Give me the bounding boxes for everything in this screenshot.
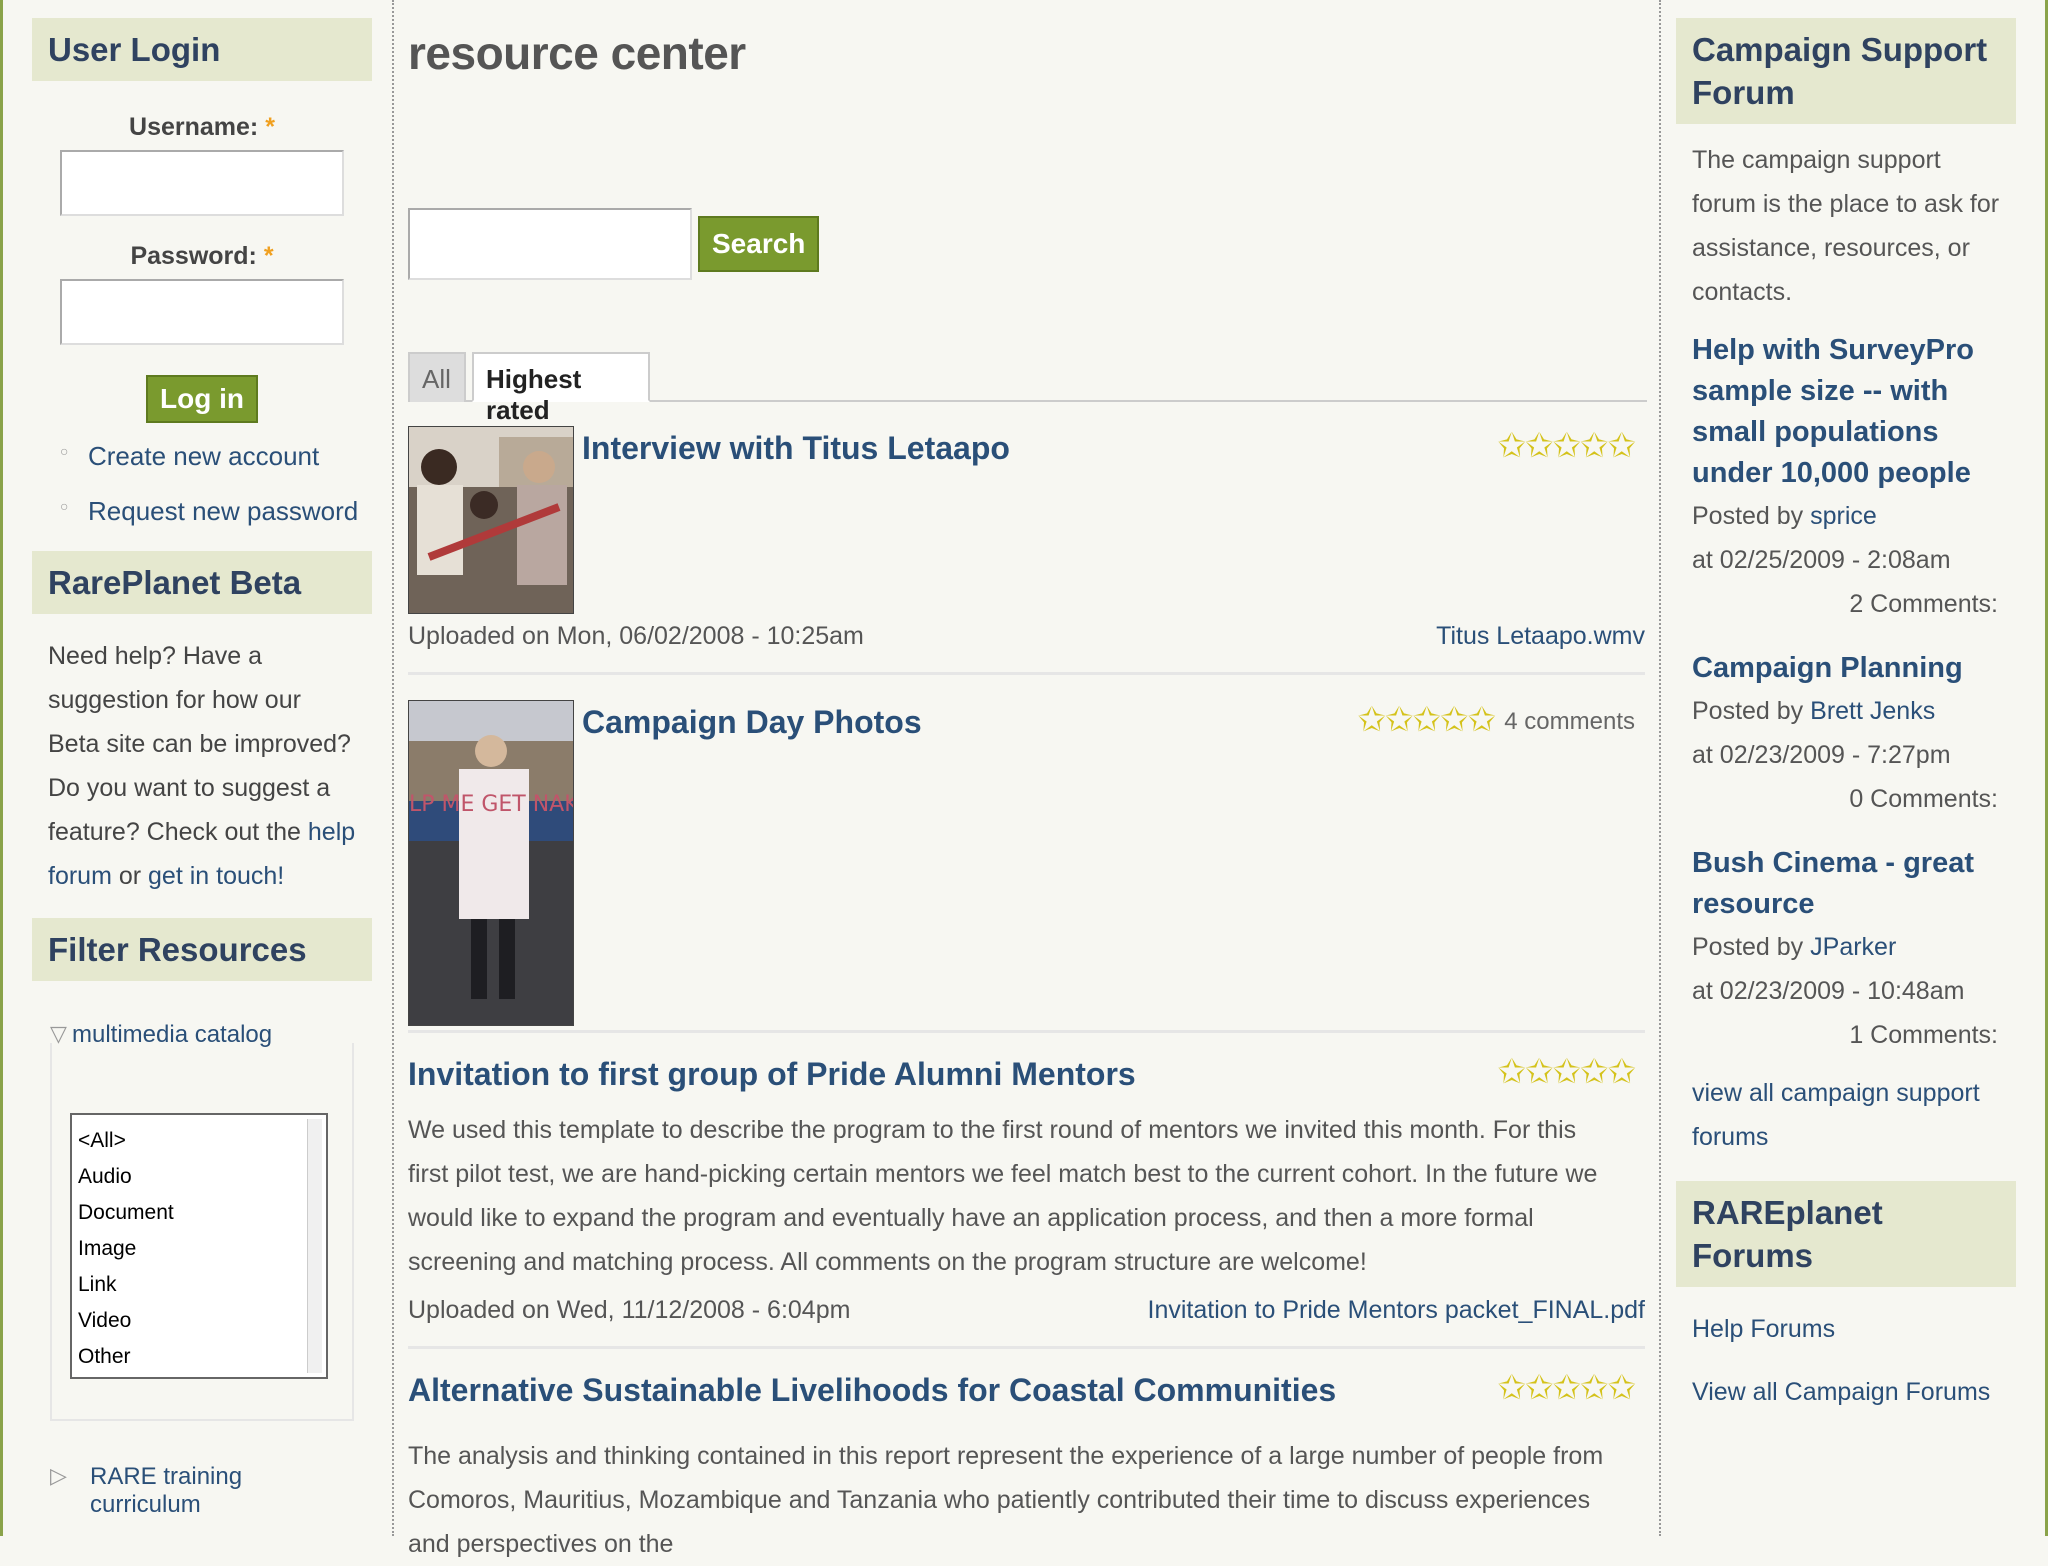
interview-photo-image xyxy=(409,427,573,613)
resource-item: Invitation to first group of Pride Alumn… xyxy=(408,1052,1645,1342)
listbox-option[interactable]: Audio xyxy=(78,1159,320,1195)
listbox-option[interactable]: Video xyxy=(78,1303,320,1339)
search-button[interactable]: Search xyxy=(698,216,820,272)
resource-title-link[interactable]: Alternative Sustainable Livelihoods for … xyxy=(408,1372,1336,1409)
forum-post-date: at 02/25/2009 - 2:08am xyxy=(1692,546,1951,574)
resource-description: We used this template to describe the pr… xyxy=(408,1116,1598,1276)
rareplanet-forums-title: RAREplanet Forums xyxy=(1676,1181,2016,1287)
login-button[interactable]: Log in xyxy=(146,375,258,423)
forum-post-comments: 1 Comments: xyxy=(1849,1021,1998,1049)
triangle-right-icon: ▷ xyxy=(50,1463,67,1488)
request-password-link[interactable]: Request new password xyxy=(60,496,372,527)
resource-title-link[interactable]: Interview with Titus Letaapo xyxy=(582,430,1010,467)
star-rating[interactable]: ✩✩✩✩✩ xyxy=(1498,1052,1636,1092)
filter-resources-title: Filter Resources xyxy=(32,918,372,981)
forum-post-title-link[interactable]: Help with SurveyPro sample size -- with … xyxy=(1692,330,2000,494)
resource-tabs: All Highest rated xyxy=(408,350,1647,425)
upload-date: Uploaded on Wed, 11/12/2008 - 6:04pm xyxy=(408,1296,851,1324)
page-title: resource center xyxy=(408,27,746,79)
listbox-option[interactable]: Other xyxy=(78,1339,320,1375)
resource-title-link[interactable]: Invitation to first group of Pride Alumn… xyxy=(408,1056,1136,1093)
forum-post-comments: 2 Comments: xyxy=(1849,590,1998,618)
rareplanet-beta-text: Need help? Have a suggestion for how our… xyxy=(48,642,356,890)
comment-count[interactable]: 4 comments xyxy=(1504,708,1635,736)
multimedia-fieldset: ▽ multimedia catalog <All> Audio Document… xyxy=(50,1021,354,1421)
resource-thumbnail[interactable]: HELP ME GET NAKED xyxy=(408,700,574,1026)
multimedia-fieldset-body: <All> Audio Document Image Link Video Ot… xyxy=(50,1043,354,1421)
view-all-campaign-forums-bottom-link[interactable]: View all Campaign Forums xyxy=(1676,1378,2016,1407)
forum-post-date: at 02/23/2009 - 10:48am xyxy=(1692,977,1965,1005)
password-input[interactable] xyxy=(60,279,344,345)
file-link[interactable]: Titus Letaapo.wmv xyxy=(1436,622,1645,651)
resource-thumbnail[interactable] xyxy=(408,426,574,614)
search-form: Search xyxy=(408,208,820,280)
resource-item: Alternative Sustainable Livelihoods for … xyxy=(408,1368,1645,1558)
triangle-down-icon: ▽ xyxy=(50,1021,67,1046)
listbox-option[interactable]: Document xyxy=(78,1195,320,1231)
campaign-photo-image: HELP ME GET NAKED xyxy=(409,701,573,1025)
right-sidebar: Campaign Support Forum The campaign supp… xyxy=(1676,18,2016,1441)
login-form: Username: * Password: * Log in xyxy=(32,81,372,423)
help-forums-link[interactable]: Help Forums xyxy=(1676,1315,2016,1344)
author-link[interactable]: JParker xyxy=(1810,933,1896,961)
file-link[interactable]: Invitation to Pride Mentors packet_FINAL… xyxy=(1148,1296,1645,1325)
author-link[interactable]: sprice xyxy=(1810,502,1877,530)
rareplanet-beta-title: RarePlanet Beta xyxy=(32,551,372,614)
username-input[interactable] xyxy=(60,150,344,216)
forum-post-author: Posted by Brett Jenks xyxy=(1692,697,1936,725)
item-divider xyxy=(408,1030,1645,1033)
resource-title-link[interactable]: Campaign Day Photos xyxy=(582,704,922,741)
star-rating[interactable]: ✩✩✩✩✩ xyxy=(1358,700,1496,740)
resource-item: HELP ME GET NAKED Campaign Day Photos ✩✩… xyxy=(408,700,1645,1030)
tab-highest-rated[interactable]: Highest rated xyxy=(472,352,650,425)
left-sidebar: User Login Username: * Password: * Log i… xyxy=(32,18,372,1519)
required-mark: * xyxy=(263,242,274,270)
author-link[interactable]: Brett Jenks xyxy=(1810,697,1935,725)
item-divider xyxy=(408,1346,1645,1349)
user-login-block: User Login Username: * Password: * Log i… xyxy=(32,18,372,527)
star-rating[interactable]: ✩✩✩✩✩ xyxy=(1498,426,1636,466)
forum-post-comments: 0 Comments: xyxy=(1849,785,1998,813)
rareplanet-beta-block: RarePlanet Beta Need help? Have a sugges… xyxy=(32,551,372,918)
get-in-touch-link[interactable]: get in touch! xyxy=(148,862,284,890)
rareplanet-forums-block: RAREplanet Forums Help Forums View all C… xyxy=(1676,1181,2016,1407)
listbox-scrollbar[interactable] xyxy=(307,1119,322,1373)
forum-post-author: Posted by JParker xyxy=(1692,933,1897,961)
search-input[interactable] xyxy=(408,208,692,280)
filter-resources-block: Filter Resources ▽ multimedia catalog <Al… xyxy=(32,918,372,1519)
campaign-forum-title: Campaign Support Forum xyxy=(1676,18,2016,124)
listbox-option[interactable]: Image xyxy=(78,1231,320,1267)
training-legend[interactable]: ▷ RARE training curriculum xyxy=(50,1463,354,1519)
upload-date: Uploaded on Mon, 06/02/2008 - 10:25am xyxy=(408,622,864,650)
tab-all[interactable]: All xyxy=(408,352,466,402)
item-divider xyxy=(408,672,1645,675)
user-login-title: User Login xyxy=(32,18,372,81)
sign-text: HELP ME GET NAKED xyxy=(409,792,573,817)
campaign-forum-block: Campaign Support Forum The campaign supp… xyxy=(1676,18,2016,1159)
listbox-option[interactable]: Link xyxy=(78,1267,320,1303)
multimedia-legend[interactable]: ▽ multimedia catalog xyxy=(50,1021,354,1049)
page-frame-left xyxy=(0,0,3,1536)
resource-item: Interview with Titus Letaapo ✩✩✩✩✩ Uploa… xyxy=(408,426,1645,666)
forum-post-author: Posted by sprice xyxy=(1692,502,1877,530)
required-mark: * xyxy=(265,113,275,141)
campaign-forum-description: The campaign support forum is the place … xyxy=(1692,146,2000,306)
account-links: Create new account Request new password xyxy=(32,441,372,527)
view-all-campaign-forums-link[interactable]: view all campaign support forums xyxy=(1676,1071,2016,1159)
create-account-link[interactable]: Create new account xyxy=(60,441,372,472)
forum-post-title-link[interactable]: Campaign Planning xyxy=(1692,648,2000,689)
listbox-option[interactable]: <All> xyxy=(78,1123,320,1159)
forum-post: Campaign Planning Posted by Brett Jenks … xyxy=(1676,648,2016,835)
forum-post-title-link[interactable]: Bush Cinema - great resource xyxy=(1692,843,2000,925)
forum-post-date: at 02/23/2009 - 7:27pm xyxy=(1692,741,1951,769)
resource-description: The analysis and thinking contained in t… xyxy=(408,1442,1604,1558)
password-label: Password: * xyxy=(130,242,274,270)
forum-post: Help with SurveyPro sample size -- with … xyxy=(1676,330,2016,640)
media-type-listbox[interactable]: <All> Audio Document Image Link Video Ot… xyxy=(70,1113,328,1379)
username-label: Username: * xyxy=(129,113,275,141)
forum-post: Bush Cinema - great resource Posted by J… xyxy=(1676,843,2016,1071)
star-rating[interactable]: ✩✩✩✩✩ xyxy=(1498,1368,1636,1408)
main-content: resource center Search All Highest rated… xyxy=(392,0,1661,1558)
